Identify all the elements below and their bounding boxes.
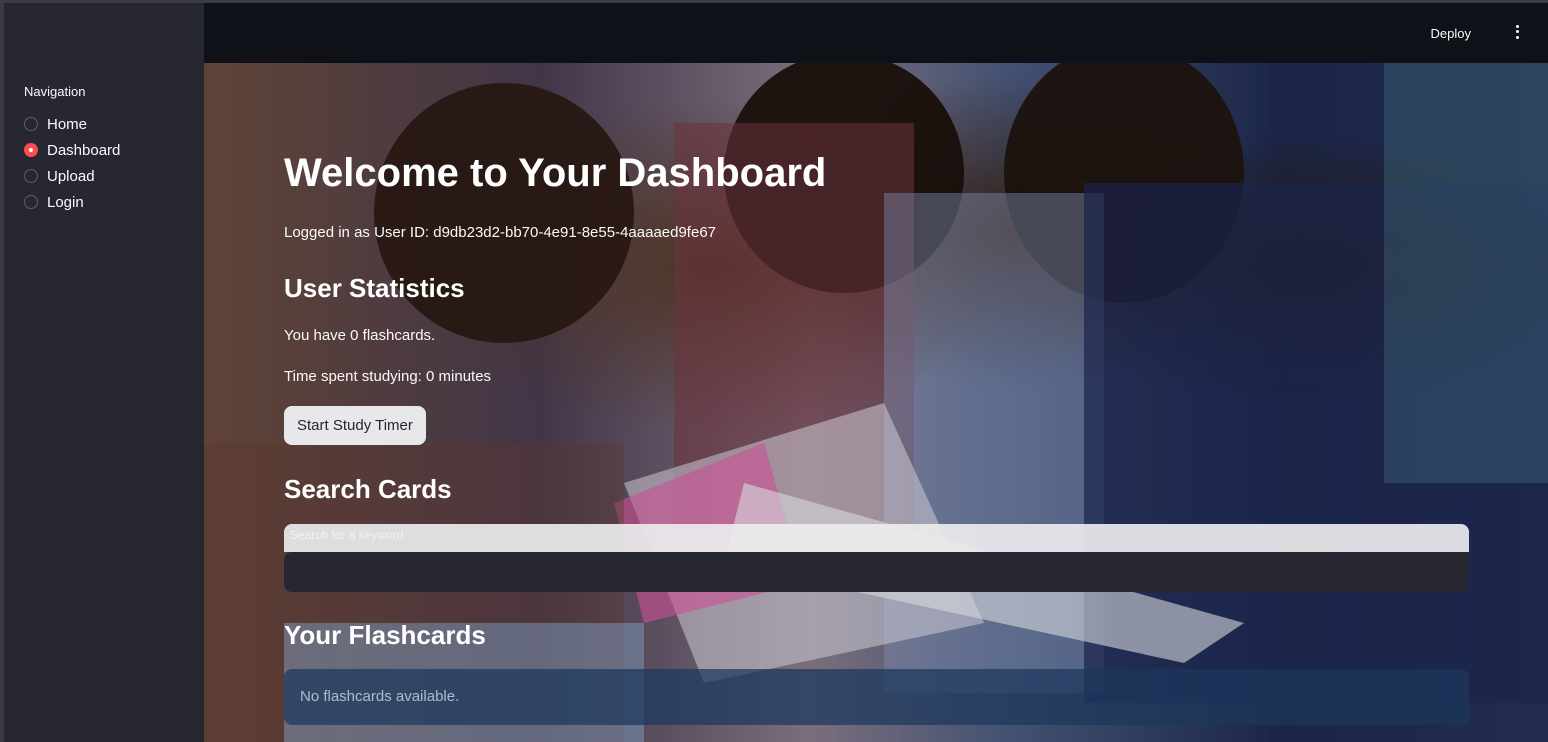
info-alert: No flashcards available. xyxy=(284,669,1469,725)
sidebar: Navigation Home Dashboard Upload Login xyxy=(0,0,204,742)
user-statistics-heading: User Statistics xyxy=(284,273,465,303)
navigation-radio-group: Home Dashboard Upload Login xyxy=(24,111,120,215)
nav-item-upload[interactable]: Upload xyxy=(24,163,120,189)
empty-flashcards-message: No flashcards available. xyxy=(300,688,460,705)
deploy-button[interactable]: Deploy xyxy=(1431,26,1471,41)
radio-upload[interactable] xyxy=(24,169,38,183)
flashcard-count-text: You have 0 flashcards. xyxy=(284,327,436,344)
nav-item-login[interactable]: Login xyxy=(24,189,120,215)
user-id-text: Logged in as User ID: d9db23d2-bb70-4e91… xyxy=(284,224,717,241)
page-title: Welcome to Your Dashboard xyxy=(284,151,827,195)
main-content: Welcome to Your Dashboard Logged in as U… xyxy=(204,63,1548,742)
search-input[interactable] xyxy=(284,552,1469,592)
start-study-timer-button[interactable]: Start Study Timer xyxy=(284,406,426,445)
your-flashcards-heading: Your Flashcards xyxy=(284,620,486,650)
navigation-label: Navigation xyxy=(24,84,86,99)
study-time-text: Time spent studying: 0 minutes xyxy=(284,368,492,385)
radio-login[interactable] xyxy=(24,195,38,209)
search-cards-heading: Search Cards xyxy=(284,474,452,504)
nav-item-label: Dashboard xyxy=(47,141,121,159)
nav-item-home[interactable]: Home xyxy=(24,111,120,137)
vertical-dots-icon[interactable] xyxy=(1512,22,1522,42)
nav-item-label: Upload xyxy=(47,167,95,185)
radio-dashboard[interactable] xyxy=(24,143,38,157)
top-header: Deploy xyxy=(204,0,1548,63)
app-window: Navigation Home Dashboard Upload Login D… xyxy=(0,0,1548,742)
nav-item-label: Home xyxy=(47,115,88,133)
search-label-box: Search for a keyword xyxy=(284,524,1469,552)
nav-item-label: Login xyxy=(47,193,84,211)
search-label: Search for a keyword xyxy=(290,528,404,542)
nav-item-dashboard[interactable]: Dashboard xyxy=(24,137,120,163)
radio-home[interactable] xyxy=(24,117,38,131)
